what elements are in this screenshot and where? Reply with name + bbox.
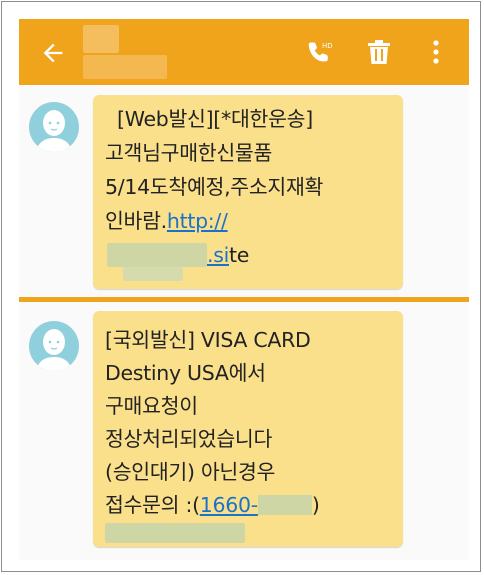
app-bar: HD bbox=[19, 19, 469, 85]
messaging-screen: HD [Web발신][*대한운송] 고객님구매한신물품 5/14도착예정,주소지… bbox=[19, 19, 469, 560]
avatar bbox=[29, 321, 79, 371]
message-line: 5/14도착예정,주소지재확 bbox=[105, 175, 324, 199]
message-text: 인바람. bbox=[105, 209, 167, 233]
message-bubble[interactable]: [국외발신] VISA CARD Destiny USA에서 구매요청이 정상처… bbox=[93, 311, 403, 547]
message-text: te bbox=[229, 243, 250, 267]
redacted-phone bbox=[257, 495, 312, 515]
message-line: Destiny USA에서 bbox=[105, 361, 266, 385]
avatar bbox=[29, 102, 79, 152]
arrow-left-icon[interactable] bbox=[39, 39, 67, 67]
redacted-timestamp bbox=[105, 523, 245, 543]
message-text: 접수문의 :( bbox=[105, 493, 200, 517]
screenshot-frame: HD [Web발신][*대한운송] 고객님구매한신물품 5/14도착예정,주소지… bbox=[1, 1, 481, 572]
message-line: 정상처리되었습니다 bbox=[105, 427, 273, 451]
phone-link[interactable]: 1660- bbox=[200, 493, 258, 517]
message-line: [국외발신] VISA CARD bbox=[105, 328, 311, 352]
message-line: [Web발신][*대한운송] bbox=[117, 107, 313, 131]
more-vertical-icon[interactable] bbox=[431, 39, 441, 65]
message-line: (승인대기) 아닌경우 bbox=[105, 460, 276, 484]
message-link[interactable]: .si bbox=[207, 243, 229, 267]
svg-text:HD: HD bbox=[322, 42, 333, 50]
message-line: .site bbox=[207, 243, 249, 267]
person-avatar-icon bbox=[36, 329, 72, 371]
message-line: 고객님구매한신물품 bbox=[105, 141, 273, 165]
redacted-url bbox=[107, 243, 207, 267]
message-bubble[interactable]: [Web발신][*대한운송] 고객님구매한신물품 5/14도착예정,주소지재확 … bbox=[93, 95, 403, 289]
redacted-url bbox=[123, 267, 183, 281]
person-avatar-icon bbox=[36, 110, 72, 152]
message-line: 인바람.http:// bbox=[105, 209, 228, 233]
contact-number-redacted bbox=[83, 55, 167, 79]
trash-icon[interactable] bbox=[367, 39, 391, 65]
message-link[interactable]: http:// bbox=[167, 209, 228, 233]
message-text: ) bbox=[311, 493, 320, 517]
message-line: 접수문의 :(1660-) bbox=[105, 493, 320, 517]
message-line: 구매요청이 bbox=[105, 394, 198, 418]
call-icon[interactable]: HD bbox=[307, 39, 333, 65]
date-divider bbox=[19, 297, 469, 302]
contact-name-redacted bbox=[83, 25, 119, 53]
